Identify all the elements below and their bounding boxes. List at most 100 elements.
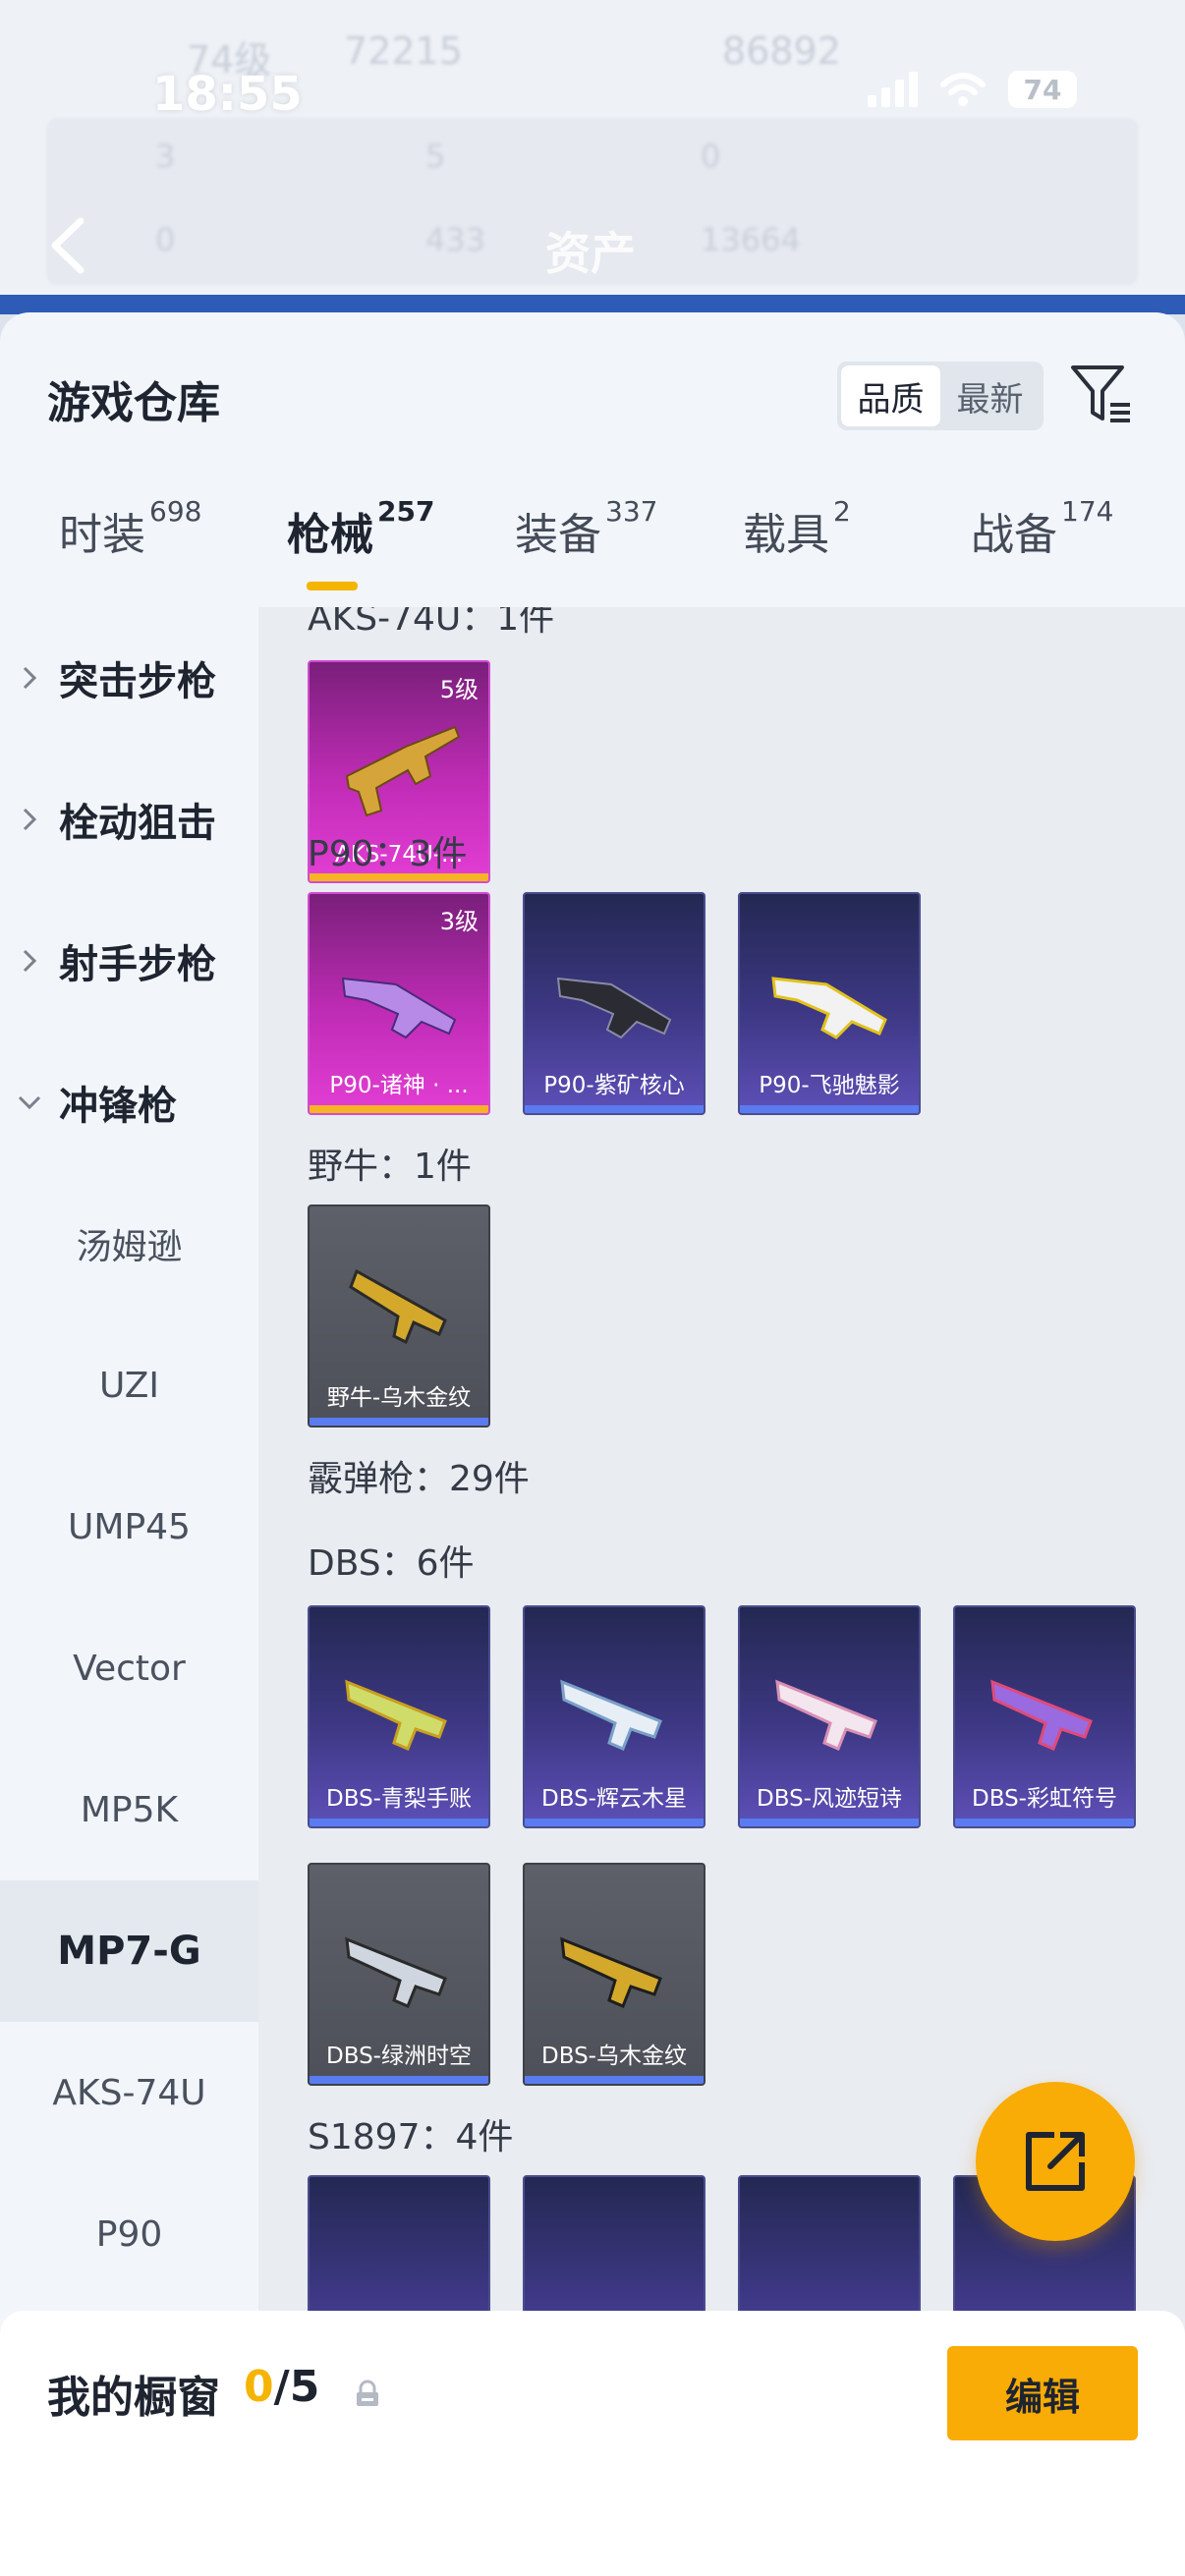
wifi-icon xyxy=(940,73,986,106)
sort-quality[interactable]: 品质 xyxy=(841,365,940,426)
tab-equipment[interactable]: 装备 337 xyxy=(515,495,657,562)
battery-icon: 74 xyxy=(1008,71,1077,108)
tab-count: 337 xyxy=(605,495,658,528)
sidebar-item-assault-rifle[interactable]: 突击步枪 xyxy=(0,607,258,749)
tab-label: 装备 xyxy=(515,510,601,560)
item-card[interactable]: DBS-风迹短诗 xyxy=(738,1605,921,1828)
tab-firearms[interactable]: 枪械 257 xyxy=(287,495,434,562)
item-name: DBS-乌木金纹 xyxy=(541,2044,687,2069)
item-name: DBS-绿洲时空 xyxy=(326,2044,472,2069)
item-card[interactable]: P90-飞驰魅影 xyxy=(738,892,921,1115)
sidebar-item-label: 射手步枪 xyxy=(59,942,216,987)
item-card[interactable]: DBS-乌木金纹 xyxy=(523,1863,705,2086)
item-card[interactable]: DBS-辉云木星 xyxy=(523,1605,705,1828)
tab-count: 2 xyxy=(833,495,851,528)
item-level: 5级 xyxy=(439,676,479,703)
tab-vehicles[interactable]: 载具 2 xyxy=(743,495,851,562)
weapon-icon xyxy=(349,1268,447,1345)
page-title: 资产 xyxy=(545,227,636,280)
lock-icon xyxy=(357,2380,378,2406)
ghost-coins: 72215 xyxy=(344,29,463,73)
item-level: 3级 xyxy=(439,908,479,935)
chevron-down-icon xyxy=(0,1094,59,1110)
edit-button[interactable]: 编辑 xyxy=(947,2346,1138,2440)
sidebar-item-bolt-sniper[interactable]: 栓动狙击 xyxy=(0,749,258,890)
item-card[interactable]: 野牛-乌木金纹 xyxy=(308,1204,490,1428)
sort-toggle: 品质 最新 xyxy=(837,362,1044,430)
rarity-bar xyxy=(310,1105,488,1113)
rarity-bar xyxy=(310,1819,488,1826)
tab-count: 698 xyxy=(149,495,202,528)
sidebar-sub-p90[interactable]: P90 xyxy=(0,2163,258,2305)
weapon-icon xyxy=(345,725,461,817)
item-card[interactable]: DBS-绿洲时空 xyxy=(308,1863,490,2086)
chevron-right-icon xyxy=(0,948,59,974)
group-title: 霰弹枪：29件 xyxy=(308,1459,530,1499)
sidebar-sub-mp5k[interactable]: MP5K xyxy=(0,1739,258,1880)
showcase-count-max: /5 xyxy=(273,2362,320,2412)
rarity-bar xyxy=(740,1819,919,1826)
tab-label: 时装 xyxy=(59,510,145,560)
item-name: DBS-风迹短诗 xyxy=(757,1786,902,1812)
back-arrow-icon[interactable] xyxy=(39,211,98,280)
tab-gear[interactable]: 战备 174 xyxy=(971,495,1113,562)
sidebar-item-smg[interactable]: 冲锋枪 xyxy=(0,1032,258,1173)
item-name: P90-飞驰魅影 xyxy=(759,1073,900,1098)
tab-count: 257 xyxy=(377,495,435,528)
sidebar-sub-ump45[interactable]: UMP45 xyxy=(0,1456,258,1597)
weapon-icon xyxy=(560,1936,662,2008)
rarity-bar xyxy=(310,1418,488,1426)
weapon-sidebar: 突击步枪 栓动狙击 射手步枪 冲锋枪 汤姆逊 UZI UMP45 Vector … xyxy=(0,607,258,2576)
filter-icon[interactable] xyxy=(1069,362,1134,426)
rarity-bar xyxy=(525,1105,704,1113)
ghost-stat: 3 xyxy=(155,138,176,175)
weapon-icon xyxy=(560,1679,662,1751)
weapon-icon xyxy=(345,1936,447,2008)
item-card[interactable]: DBS-青梨手账 xyxy=(308,1605,490,1828)
tab-count: 174 xyxy=(1061,495,1114,528)
item-name: DBS-辉云木星 xyxy=(541,1786,687,1812)
showcase-label: 我的橱窗 xyxy=(47,2373,220,2423)
status-time: 18:55 xyxy=(152,67,303,122)
category-tabs: 时装 698 枪械 257 装备 337 载具 2 战备 174 xyxy=(0,495,1185,597)
item-card[interactable]: DBS-彩虹符号 xyxy=(953,1605,1136,1828)
weapon-icon xyxy=(556,977,672,1039)
group-title: P90：3件 xyxy=(308,834,468,874)
sidebar-sub-mp7g[interactable]: MP7-G xyxy=(0,1880,258,2022)
tab-label: 载具 xyxy=(743,510,829,560)
showcase-bar: 我的橱窗 0/5 编辑 xyxy=(0,2311,1185,2576)
sidebar-item-marksman-rifle[interactable]: 射手步枪 xyxy=(0,890,258,1032)
accent-strip xyxy=(0,295,1185,314)
status-icons: 74 xyxy=(868,71,1077,108)
share-icon xyxy=(1026,2132,1085,2191)
item-name: DBS-青梨手账 xyxy=(326,1786,472,1812)
rarity-bar xyxy=(525,2076,704,2084)
weapon-icon xyxy=(990,1679,1093,1751)
weapon-icon xyxy=(341,977,457,1039)
active-tab-indicator xyxy=(307,582,358,590)
rarity-bar xyxy=(310,2076,488,2084)
group-title: DBS：6件 xyxy=(308,1543,475,1584)
ghost-stat: 0 xyxy=(701,138,721,175)
item-name: DBS-彩虹符号 xyxy=(972,1786,1117,1812)
tab-fashion[interactable]: 时装 698 xyxy=(59,495,201,562)
weapon-icon xyxy=(775,1679,877,1751)
weapon-icon xyxy=(345,1679,447,1751)
share-button[interactable] xyxy=(976,2082,1135,2241)
sidebar-sub-thompson[interactable]: 汤姆逊 xyxy=(0,1173,258,1315)
item-card[interactable]: 3级 P90-诸神 · ... xyxy=(308,892,490,1115)
signal-icon xyxy=(868,72,918,107)
ghost-stat: 0 xyxy=(155,221,176,258)
ghost-stat: 433 xyxy=(425,221,486,258)
sidebar-sub-aks74u[interactable]: AKS-74U xyxy=(0,2022,258,2163)
sidebar-item-label: 冲锋枪 xyxy=(59,1084,177,1129)
showcase-count-current: 0 xyxy=(244,2362,274,2412)
item-card[interactable]: P90-紫矿核心 xyxy=(523,892,705,1115)
sort-newest[interactable]: 最新 xyxy=(940,365,1040,426)
sidebar-sub-uzi[interactable]: UZI xyxy=(0,1315,258,1456)
ghost-stat: 5 xyxy=(425,138,446,175)
tab-label: 战备 xyxy=(971,510,1057,560)
sidebar-item-label: 突击步枪 xyxy=(59,659,216,704)
tab-label: 枪械 xyxy=(287,510,373,560)
sidebar-sub-vector[interactable]: Vector xyxy=(0,1597,258,1739)
